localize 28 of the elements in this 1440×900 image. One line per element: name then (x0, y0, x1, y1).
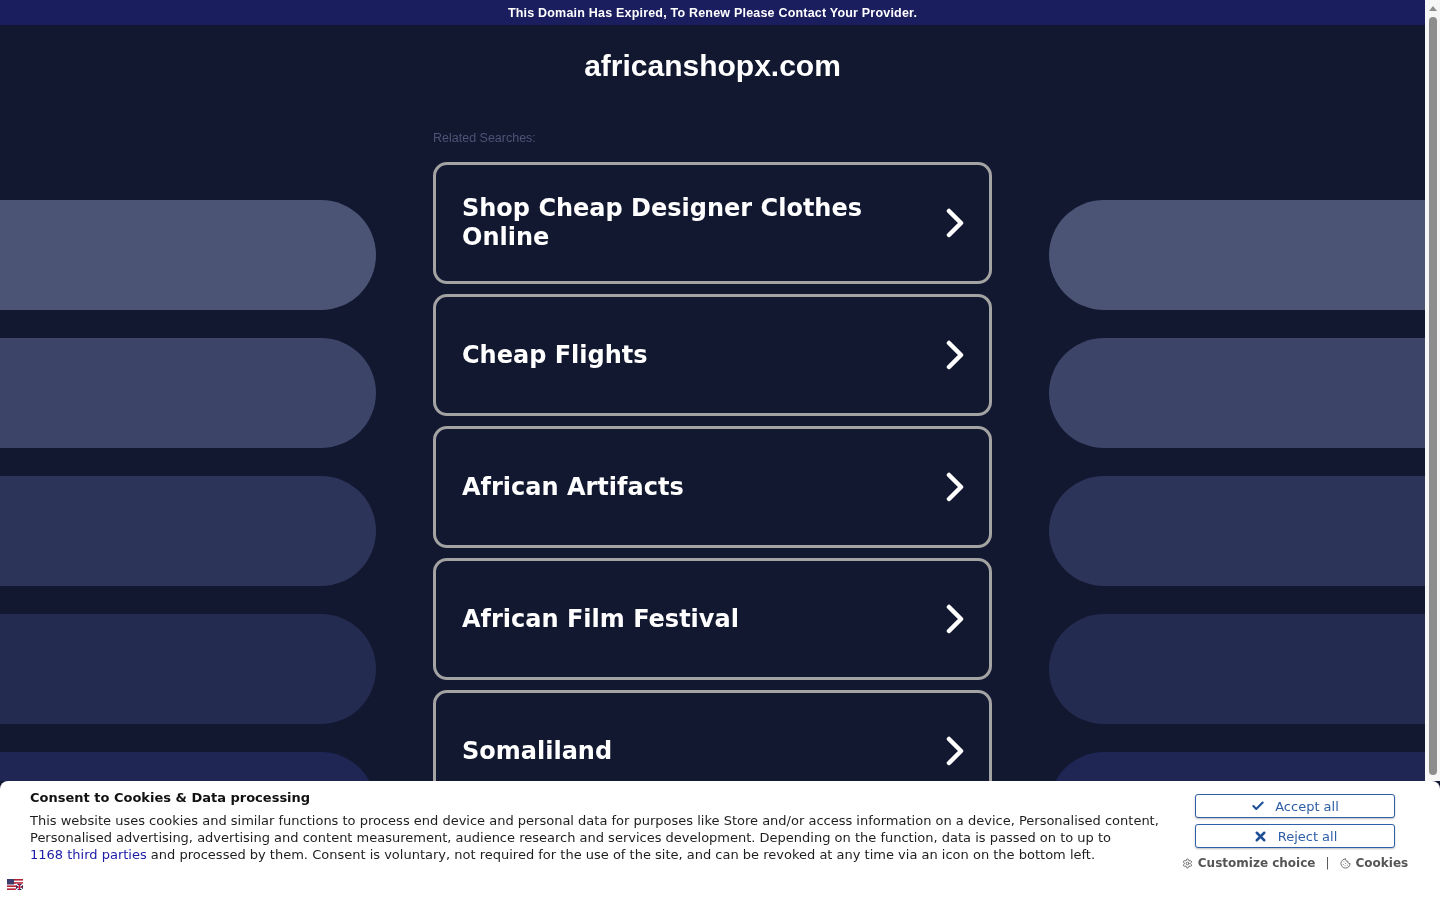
check-icon (1251, 799, 1266, 813)
site-title: africanshopx.com (584, 48, 841, 84)
related-search-link[interactable]: Somaliland (433, 690, 992, 781)
consent-title: Consent to Cookies & Data processing (30, 789, 311, 806)
settings-icon (1181, 857, 1193, 869)
chevron-right-icon (946, 736, 964, 766)
flag-icon[interactable] (7, 879, 23, 890)
related-search-link[interactable]: African Artifacts (433, 426, 992, 548)
cookies-link[interactable]: Cookies (1339, 855, 1409, 871)
scroll-up-arrow-icon[interactable] (1428, 6, 1437, 11)
chevron-right-icon (946, 340, 964, 370)
cookie-icon (1339, 857, 1351, 869)
reject-all-button[interactable]: Reject all (1195, 824, 1395, 848)
related-search-link[interactable]: African Film Festival (433, 558, 992, 680)
consent-text: This website uses cookies and similar functions to process end device and personal data for purposes like Store and/or access information on a device, Personalised content, Personalised advertising, advertising and content measurement, audience research and services development. Depending on the function, data is passed on to up to 1168 third parties and processed by them. Consent is voluntary, not required for the use of the site, and can be revoked at any time via an icon on the bottom left. (30, 812, 1160, 863)
related-searches-label: Related Searches: (433, 130, 536, 146)
link-separator: | (1325, 856, 1330, 870)
related-search-link[interactable]: Shop Cheap Designer Clothes Online (433, 162, 992, 284)
scrollbar-thumb[interactable] (1428, 17, 1437, 775)
chevron-right-icon (946, 208, 964, 238)
notice-text: This Domain Has Expired, To Renew Please Contact Your Provider. (507, 5, 918, 20)
third-parties-link[interactable]: 1168 third parties (30, 847, 147, 862)
chevron-right-icon (946, 472, 964, 502)
related-search-link[interactable]: Cheap Flights (433, 294, 992, 416)
chevron-right-icon (946, 604, 964, 634)
accept-all-button[interactable]: Accept all (1195, 794, 1395, 818)
scrollbar[interactable] (1425, 0, 1440, 781)
customize-choice-link[interactable]: Customize choice (1181, 855, 1316, 871)
